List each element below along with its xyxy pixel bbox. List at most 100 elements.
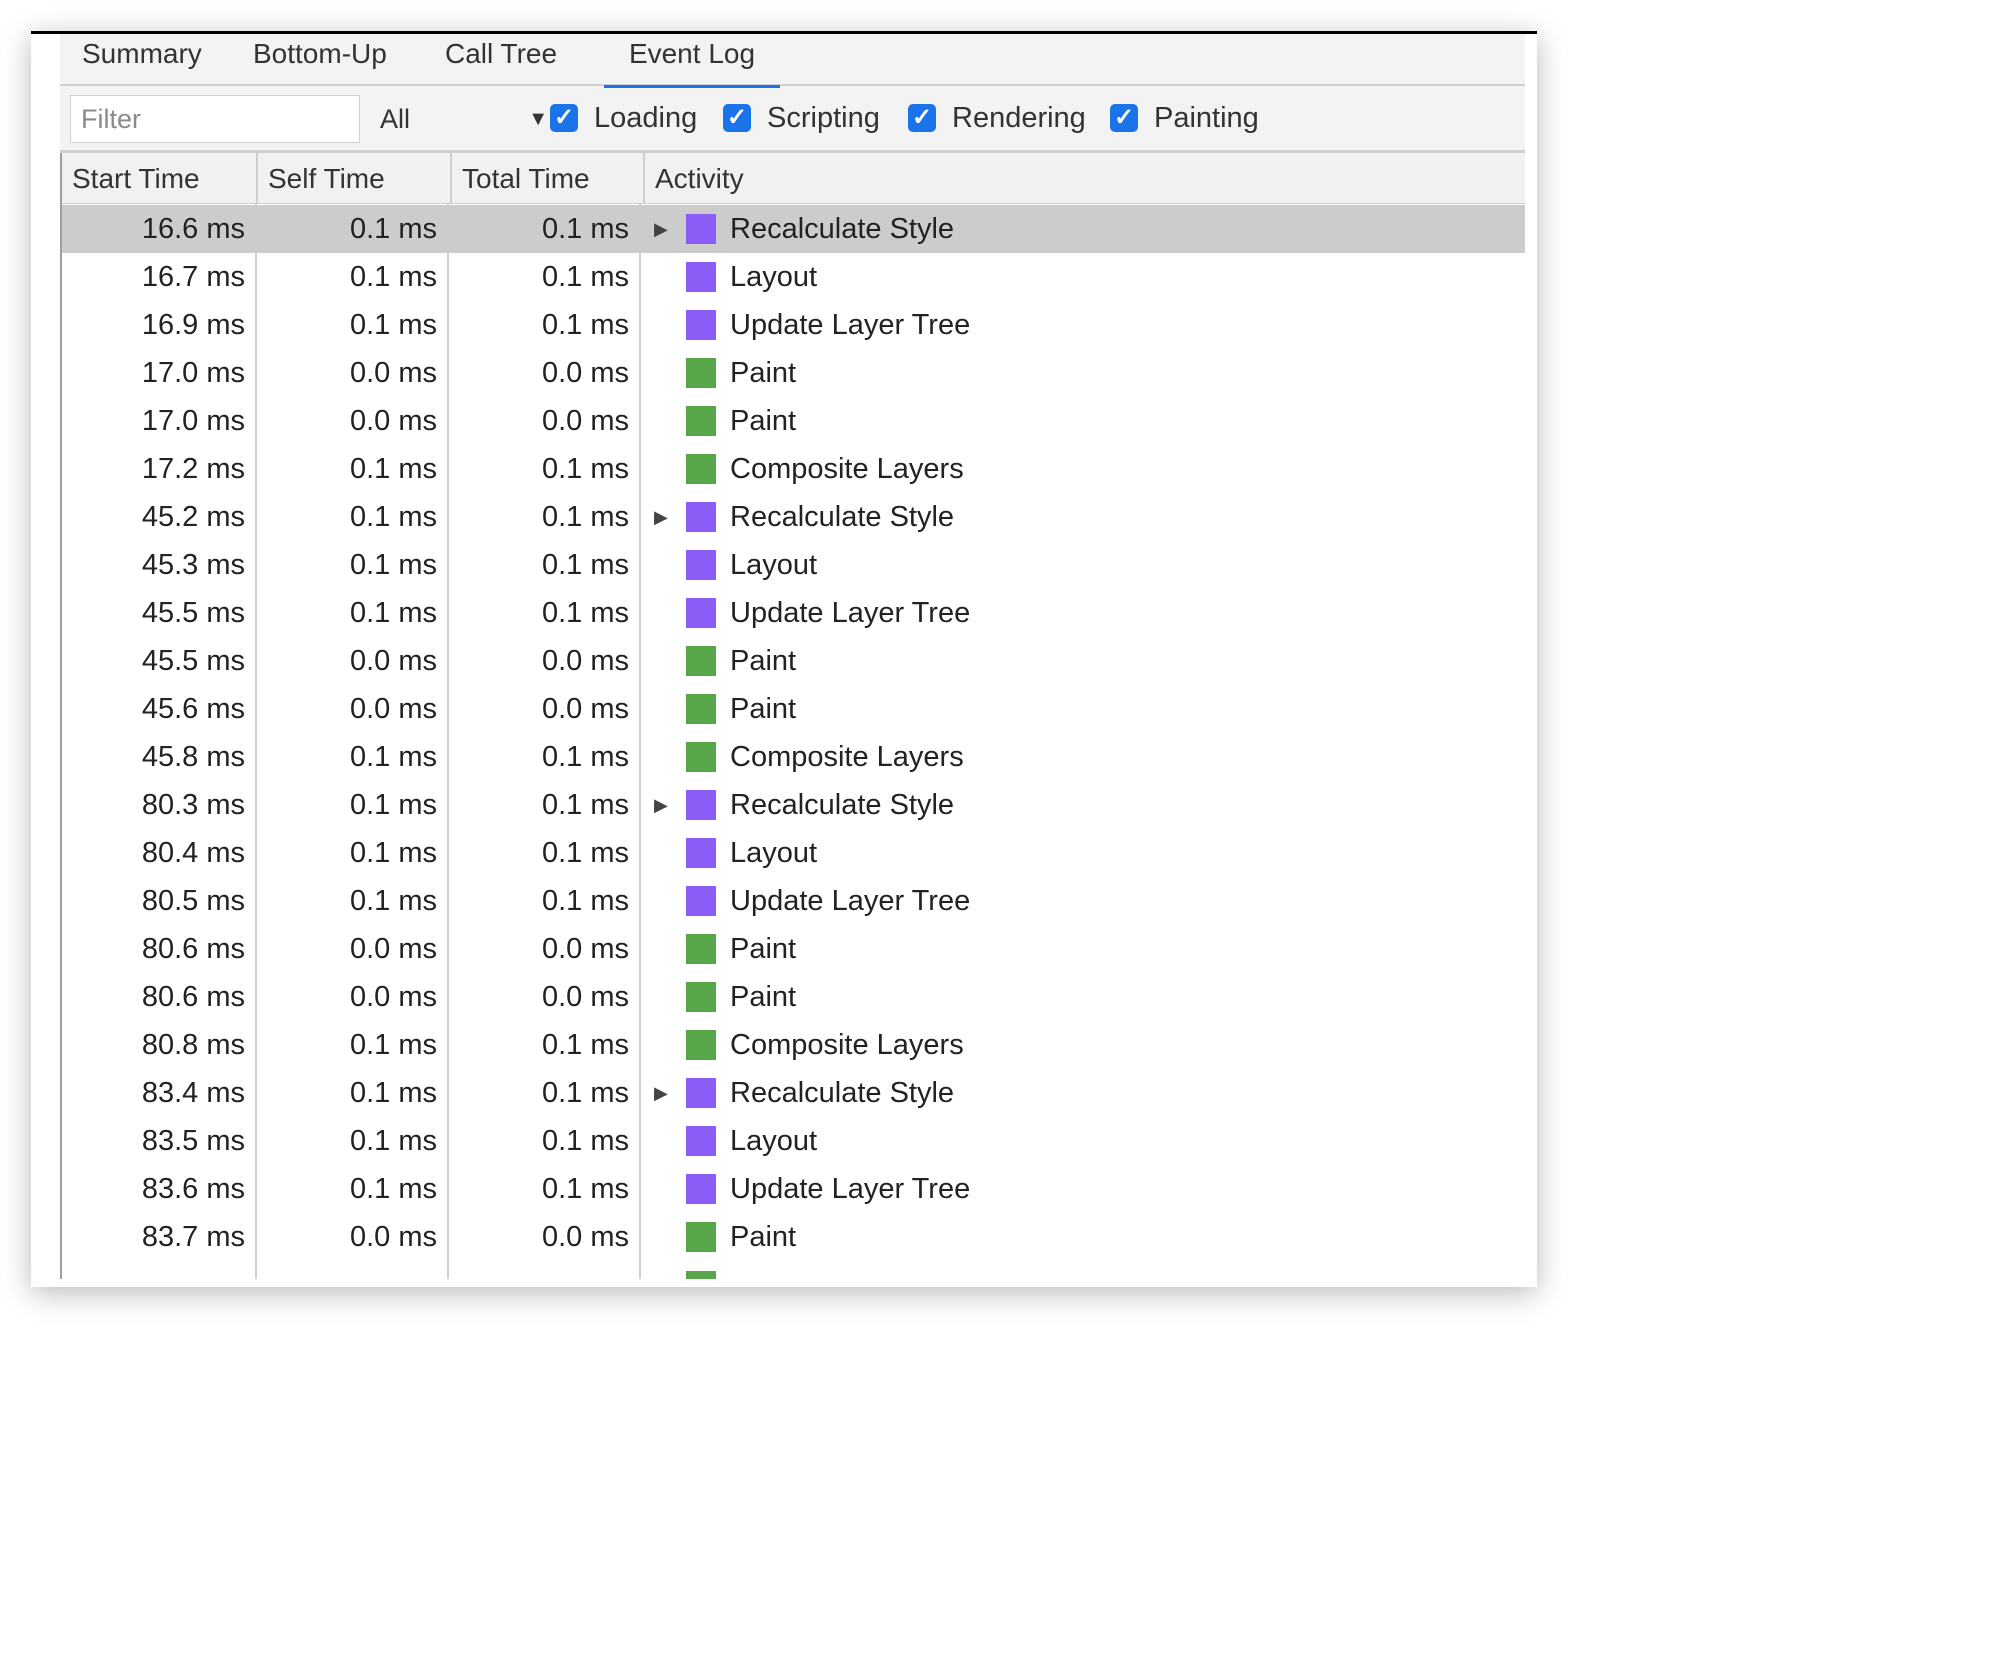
total-time-cell: 0.0 ms bbox=[541, 1221, 629, 1253]
total-time-cell: 0.1 ms bbox=[541, 789, 629, 821]
expand-triangle-icon[interactable]: ▶ bbox=[654, 205, 668, 253]
activity-label: Paint bbox=[730, 933, 797, 965]
tab-call-tree[interactable]: Call Tree bbox=[445, 34, 557, 86]
start-time-cell: 80.4 ms bbox=[141, 837, 245, 869]
total-time-cell: 0.1 ms bbox=[541, 213, 629, 245]
table-row[interactable]: 45.8 ms 0.1 ms 0.1 ms Composite Layers bbox=[62, 733, 1525, 781]
tab-bottom-up[interactable]: Bottom-Up bbox=[253, 34, 387, 86]
event-log-table: Start Time Self Time Total Time Activity… bbox=[60, 153, 1525, 1279]
table-row[interactable]: 83.4 ms 0.1 ms 0.1 ms ▶ Recalculate Styl… bbox=[62, 1069, 1525, 1117]
self-time-cell: 0.1 ms bbox=[349, 837, 437, 869]
dropdown-arrow-icon: ▼ bbox=[528, 108, 548, 130]
table-row[interactable]: 16.7 ms 0.1 ms 0.1 ms Layout bbox=[62, 253, 1525, 301]
activity-label: Composite Layers bbox=[730, 1029, 964, 1061]
activity-cell: ▶ Recalculate Style bbox=[642, 493, 1522, 541]
table-row[interactable]: 80.6 ms 0.0 ms 0.0 ms Paint bbox=[62, 973, 1525, 1021]
activity-cell: Layout bbox=[642, 541, 1522, 589]
expand-triangle-icon[interactable]: ▶ bbox=[654, 781, 668, 829]
total-time-cell: 0.1 ms bbox=[541, 597, 629, 629]
category-swatch-partial bbox=[686, 1271, 716, 1279]
total-time-cell: 0.1 ms bbox=[541, 1125, 629, 1157]
activity-cell: Paint bbox=[642, 973, 1522, 1021]
table-row[interactable]: 45.2 ms 0.1 ms 0.1 ms ▶ Recalculate Styl… bbox=[62, 493, 1525, 541]
category-color-swatch bbox=[686, 406, 716, 436]
self-time-cell: 0.1 ms bbox=[349, 1173, 437, 1205]
self-time-cell: 0.0 ms bbox=[349, 405, 437, 437]
table-row[interactable]: 45.6 ms 0.0 ms 0.0 ms Paint bbox=[62, 685, 1525, 733]
performance-panel: Summary Bottom-Up Call Tree Event Log Al… bbox=[60, 34, 1525, 1279]
start-time-cell: 45.6 ms bbox=[141, 693, 245, 725]
column-header-total-time[interactable]: Total Time bbox=[452, 153, 645, 204]
activity-label: Layout bbox=[730, 549, 818, 581]
tab-bar: Summary Bottom-Up Call Tree Event Log bbox=[60, 34, 1525, 88]
table-row[interactable]: 83.5 ms 0.1 ms 0.1 ms Layout bbox=[62, 1117, 1525, 1165]
category-color-swatch bbox=[686, 1126, 716, 1156]
activity-label: Paint bbox=[730, 645, 797, 677]
table-row[interactable]: 83.6 ms 0.1 ms 0.1 ms Update Layer Tree bbox=[62, 1165, 1525, 1213]
start-time-cell: 17.0 ms bbox=[141, 357, 245, 389]
start-time-cell: 80.6 ms bbox=[141, 981, 245, 1013]
total-time-cell: 0.0 ms bbox=[541, 933, 629, 965]
total-time-cell: 0.1 ms bbox=[541, 1029, 629, 1061]
activity-label: Paint bbox=[730, 357, 797, 389]
table-row[interactable]: 80.8 ms 0.1 ms 0.1 ms Composite Layers bbox=[62, 1021, 1525, 1069]
start-time-cell: 45.3 ms bbox=[141, 549, 245, 581]
activity-label: Layout bbox=[730, 837, 818, 869]
painting-checkbox-label: Painting bbox=[1154, 102, 1259, 134]
table-row[interactable]: 16.9 ms 0.1 ms 0.1 ms Update Layer Tree bbox=[62, 301, 1525, 349]
table-row[interactable]: 80.5 ms 0.1 ms 0.1 ms Update Layer Tree bbox=[62, 877, 1525, 925]
start-time-cell: 17.2 ms bbox=[141, 453, 245, 485]
duration-filter-select[interactable]: All ▼ bbox=[380, 97, 548, 141]
table-row[interactable]: 80.4 ms 0.1 ms 0.1 ms Layout bbox=[62, 829, 1525, 877]
start-time-cell: 45.5 ms bbox=[141, 645, 245, 677]
category-color-swatch bbox=[686, 454, 716, 484]
tab-event-log[interactable]: Event Log bbox=[604, 34, 780, 88]
activity-label: Update Layer Tree bbox=[730, 885, 971, 917]
start-time-cell: 45.8 ms bbox=[141, 741, 245, 773]
expand-triangle-icon[interactable]: ▶ bbox=[654, 493, 668, 541]
activity-cell: Update Layer Tree bbox=[642, 1165, 1522, 1213]
activity-label: Paint bbox=[730, 981, 797, 1013]
activity-label: Recalculate Style bbox=[730, 213, 955, 245]
table-row[interactable]: 45.5 ms 0.1 ms 0.1 ms Update Layer Tree bbox=[62, 589, 1525, 637]
table-row[interactable]: 80.6 ms 0.0 ms 0.0 ms Paint bbox=[62, 925, 1525, 973]
table-row[interactable]: 80.3 ms 0.1 ms 0.1 ms ▶ Recalculate Styl… bbox=[62, 781, 1525, 829]
self-time-cell: 0.1 ms bbox=[349, 789, 437, 821]
activity-cell: Composite Layers bbox=[642, 733, 1522, 781]
activity-cell: Paint bbox=[642, 685, 1522, 733]
column-header-self-time[interactable]: Self Time bbox=[258, 153, 452, 204]
expand-triangle-icon[interactable]: ▶ bbox=[654, 1069, 668, 1117]
start-time-cell: 16.6 ms bbox=[141, 213, 245, 245]
activity-label: Paint bbox=[730, 693, 797, 725]
select-value: All bbox=[380, 104, 411, 134]
activity-label: Update Layer Tree bbox=[730, 597, 971, 629]
activity-cell: ▶ Recalculate Style bbox=[642, 205, 1522, 253]
category-color-swatch bbox=[686, 934, 716, 964]
category-color-swatch bbox=[686, 790, 716, 820]
start-time-cell: 80.6 ms bbox=[141, 933, 245, 965]
total-time-cell: 0.1 ms bbox=[541, 1077, 629, 1109]
category-color-swatch bbox=[686, 310, 716, 340]
table-row[interactable]: 16.6 ms 0.1 ms 0.1 ms ▶ Recalculate Styl… bbox=[62, 205, 1525, 253]
filter-toolbar: All ▼ ✓ Loading ✓ Scripting ✓ Rendering … bbox=[60, 86, 1525, 153]
filter-input[interactable] bbox=[70, 95, 360, 143]
category-color-swatch bbox=[686, 886, 716, 916]
column-header-start-time[interactable]: Start Time bbox=[62, 153, 258, 204]
activity-cell: Update Layer Tree bbox=[642, 877, 1522, 925]
table-row[interactable]: 17.0 ms 0.0 ms 0.0 ms Paint bbox=[62, 349, 1525, 397]
activity-cell: ▶ Recalculate Style bbox=[642, 1069, 1522, 1117]
total-time-cell: 0.1 ms bbox=[541, 309, 629, 341]
activity-cell: Update Layer Tree bbox=[642, 589, 1522, 637]
checkmark-icon: ✓ bbox=[1110, 104, 1138, 132]
category-color-swatch bbox=[686, 694, 716, 724]
table-row[interactable]: 83.7 ms 0.0 ms 0.0 ms Paint bbox=[62, 1213, 1525, 1261]
table-row[interactable]: 17.2 ms 0.1 ms 0.1 ms Composite Layers bbox=[62, 445, 1525, 493]
table-row[interactable]: 45.3 ms 0.1 ms 0.1 ms Layout bbox=[62, 541, 1525, 589]
tab-summary[interactable]: Summary bbox=[82, 34, 202, 86]
activity-label: Layout bbox=[730, 261, 818, 293]
table-row[interactable]: 45.5 ms 0.0 ms 0.0 ms Paint bbox=[62, 637, 1525, 685]
table-row[interactable]: 17.0 ms 0.0 ms 0.0 ms Paint bbox=[62, 397, 1525, 445]
column-header-activity[interactable]: Activity bbox=[645, 153, 1525, 204]
self-time-cell: 0.1 ms bbox=[349, 549, 437, 581]
start-time-cell: 45.2 ms bbox=[141, 501, 245, 533]
